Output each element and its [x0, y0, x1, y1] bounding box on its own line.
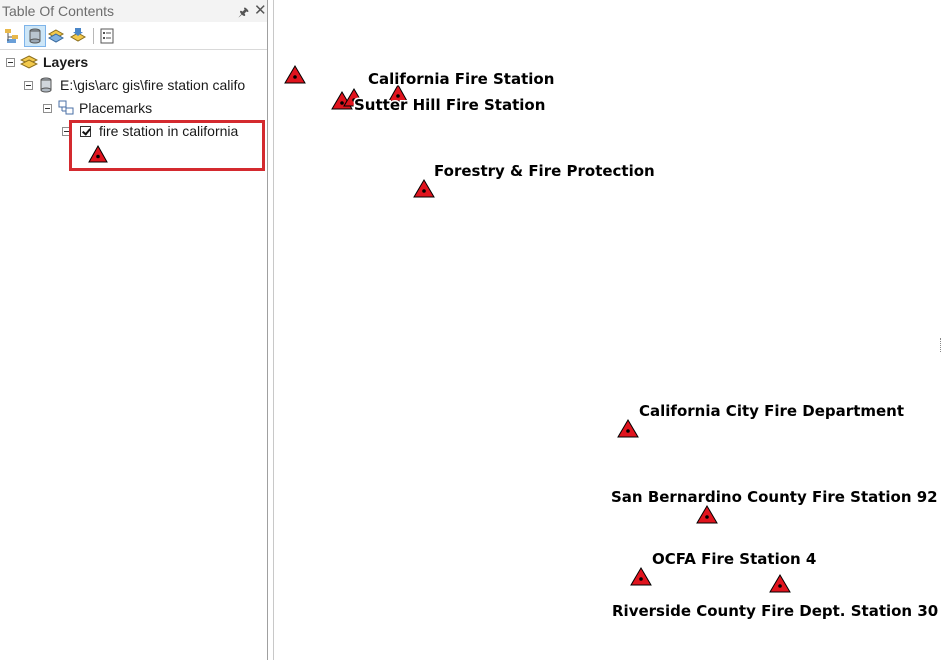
fire-station-marker[interactable] [630, 567, 652, 586]
source-path-label: E:\gis\arc gis\fire station califo [60, 77, 246, 93]
toolbar-separator [93, 28, 94, 44]
close-icon[interactable]: ✕ [254, 1, 267, 19]
list-by-source-button[interactable] [24, 25, 46, 47]
toc-title-bar: Table Of Contents 🖈 ✕ [0, 0, 267, 22]
list-by-visibility-button[interactable] [46, 26, 66, 46]
map-label-ocfa-fire-station-4[interactable]: OCFA Fire Station 4 [651, 549, 818, 570]
highlight-box [69, 120, 265, 171]
map-canvas[interactable]: California Fire Station Sutter Hill Fire… [274, 0, 944, 660]
fire-station-marker[interactable] [413, 179, 435, 198]
layers-selection-icon [69, 28, 87, 42]
fire-station-marker[interactable] [696, 505, 718, 524]
layers-icon [20, 55, 38, 69]
toc-toolbar [0, 23, 267, 50]
list-by-selection-button[interactable] [68, 26, 88, 46]
fire-station-marker[interactable] [284, 65, 306, 84]
map-label-california-city-fire-department[interactable]: California City Fire Department [638, 401, 906, 422]
group-layer-icon [58, 100, 74, 115]
pin-icon[interactable]: 🖈 [238, 3, 249, 24]
toc-title: Table Of Contents [2, 3, 115, 19]
placemarks-label: Placemarks [79, 100, 153, 116]
table-of-contents-panel: Table Of Contents 🖈 ✕ Layers E:\gis\arc … [0, 0, 268, 660]
list-by-drawing-order-icon [5, 29, 18, 43]
database-icon [29, 28, 41, 44]
fire-station-marker[interactable] [769, 574, 791, 593]
resize-grip[interactable] [940, 338, 943, 352]
layers-visibility-icon [47, 29, 65, 43]
collapse-layers-toggle[interactable] [6, 57, 15, 67]
layers-label: Layers [43, 54, 89, 70]
database-icon [40, 77, 52, 93]
list-by-drawing-order-button[interactable] [3, 26, 23, 46]
fire-station-marker[interactable] [617, 419, 639, 438]
tree-row-source[interactable]: E:\gis\arc gis\fire station califo [24, 75, 245, 95]
options-button[interactable] [97, 26, 117, 46]
map-label-forestry-fire-protection[interactable]: Forestry & Fire Protection [433, 161, 657, 182]
map-label-riverside-county-fire-dept-station-30[interactable]: Riverside County Fire Dept. Station 30 [611, 601, 940, 622]
tree-row-placemarks[interactable]: Placemarks [43, 98, 152, 118]
map-label-san-bernardino-county-fire-station-92[interactable]: San Bernardino County Fire Station 92 [610, 487, 940, 508]
collapse-source-toggle[interactable] [24, 80, 33, 90]
collapse-placemarks-toggle[interactable] [43, 103, 52, 113]
map-label-california-fire-station[interactable]: California Fire Station [367, 69, 556, 90]
map-view[interactable]: California Fire Station Sutter Hill Fire… [274, 0, 944, 660]
map-label-sutter-hill-fire-station[interactable]: Sutter Hill Fire Station [353, 95, 547, 116]
tree-row-layers[interactable]: Layers [6, 52, 88, 72]
options-icon [100, 28, 114, 44]
